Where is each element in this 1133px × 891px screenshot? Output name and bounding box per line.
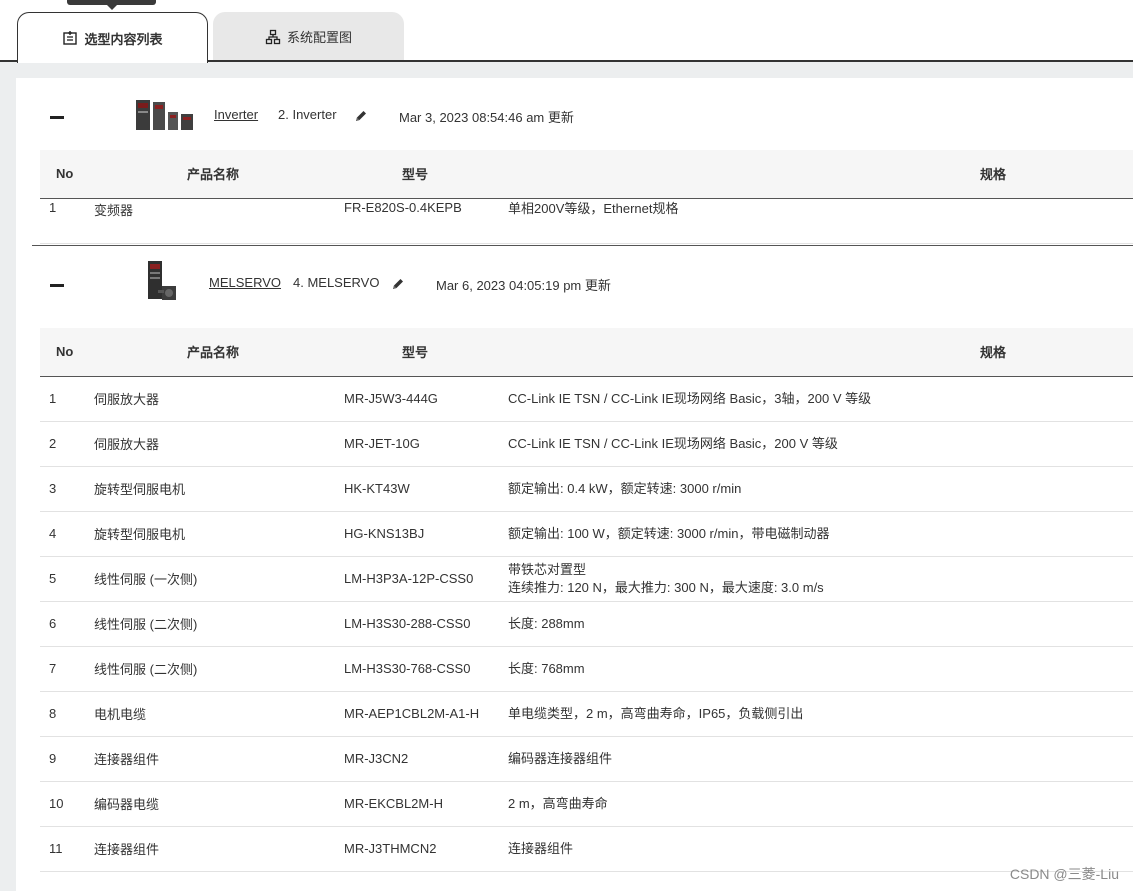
list-edit-icon <box>63 31 78 45</box>
cell-name: 旋转型伺服电机 <box>94 527 186 542</box>
cell-name: 连接器组件 <box>94 842 160 857</box>
cell-model: MR-EKCBL2M-H <box>344 796 443 811</box>
cell-model: MR-J3CN2 <box>344 751 409 766</box>
cell-name: 电机电缆 <box>94 707 147 722</box>
cell-name: 连接器组件 <box>94 752 160 767</box>
table-row: 3 旋转型伺服电机 HK-KT43W 额定输出: 0.4 kW，额定转速: 30… <box>40 466 1133 511</box>
cell-name: 变频器 <box>94 202 134 218</box>
cell-model: HG-KNS13BJ <box>344 526 425 541</box>
cell-spec: 2 m，高弯曲寿命 <box>508 795 608 811</box>
cell-no: 4 <box>49 526 57 541</box>
table-row: 6 线性伺服 (二次侧) LM-H3S30-288-CSS0 长度: 288mm <box>40 601 1133 646</box>
column-header-no: No <box>40 150 94 199</box>
cell-name: 线性伺服 (二次侧) <box>94 662 198 677</box>
cell-model: MR-J5W3-444G <box>344 391 438 406</box>
cell-spec: CC-Link IE TSN / CC-Link IE现场网络 Basic，20… <box>508 435 838 451</box>
cell-name: 线性伺服 (二次侧) <box>94 617 198 632</box>
cell-model: MR-AEP1CBL2M-A1-H <box>344 706 480 721</box>
column-header-name: 产品名称 <box>94 150 344 199</box>
watermark: CSDN @三菱-Liu <box>1009 866 1119 882</box>
table-row: 7 线性伺服 (二次侧) LM-H3S30-768-CSS0 长度: 768mm <box>40 646 1133 691</box>
cell-name: 伺服放大器 <box>94 392 160 407</box>
cell-no: 11 <box>49 841 63 856</box>
column-header-model: 型号 <box>344 150 504 199</box>
section-label: 4. MELSERVO <box>293 275 380 290</box>
cell-no: 9 <box>49 751 57 766</box>
tab-bar: 选型内容列表 系统配置图 <box>0 0 1133 63</box>
pencil-icon[interactable] <box>391 277 405 291</box>
section-header-inverter: Inverter 2. Inverter Mar 3, 2023 08:54:4… <box>16 80 1133 150</box>
spec-line-1: 带铁芯对置型 <box>508 561 587 577</box>
inverter-product-icon <box>136 100 193 130</box>
cell-no: 5 <box>49 571 57 586</box>
column-header-no: No <box>40 328 94 377</box>
cell-model: LM-H3P3A-12P-CSS0 <box>344 571 474 586</box>
table-row: 2 伺服放大器 MR-JET-10G CC-Link IE TSN / CC-L… <box>40 421 1133 466</box>
cell-spec: 长度: 288mm <box>508 615 585 631</box>
column-header-spec: 规格 <box>504 328 1133 377</box>
product-table-melservo: No 产品名称 型号 规格 1 伺服放大器 MR-J5W3-444G CC-Li… <box>40 328 1133 872</box>
cell-no: 1 <box>49 391 57 406</box>
updated-timestamp: Mar 6, 2023 04:05:19 pm 更新 <box>436 278 611 293</box>
collapse-button[interactable] <box>50 284 64 287</box>
cell-spec: 额定输出: 100 W，额定转速: 3000 r/min，带电磁制动器 <box>508 525 830 541</box>
section-header-melservo: MELSERVO 4. MELSERVO Mar 6, 2023 04:05:1… <box>16 248 1133 318</box>
cell-no: 2 <box>49 436 57 451</box>
tab-selection-list[interactable]: 选型内容列表 <box>17 12 208 63</box>
cell-spec: 单相200V等级，Ethernet规格 <box>508 200 679 216</box>
collapse-button[interactable] <box>50 116 64 119</box>
cell-name: 编码器电缆 <box>94 797 160 812</box>
spec-line-2: 连续推力: 120 N，最大推力: 300 N，最大速度: 3.0 m/s <box>508 579 824 595</box>
tab-label: 选型内容列表 <box>84 31 163 47</box>
table-row: 4 旋转型伺服电机 HG-KNS13BJ 额定输出: 100 W，额定转速: 3… <box>40 511 1133 556</box>
table-row: 11 连接器组件 MR-J3THMCN2 连接器组件 <box>40 826 1133 871</box>
column-header-name: 产品名称 <box>94 328 344 377</box>
cell-spec: 单电缆类型，2 m，高弯曲寿命，IP65，负载侧引出 <box>508 705 804 721</box>
table-row: 1 变频器 FR-E820S-0.4KEPB 单相200V等级，Ethernet… <box>40 198 1133 243</box>
column-header-model: 型号 <box>344 328 504 377</box>
selection-panel: Inverter 2. Inverter Mar 3, 2023 08:54:4… <box>16 78 1133 891</box>
cell-spec: CC-Link IE TSN / CC-Link IE现场网络 Basic，3轴… <box>508 390 872 406</box>
section-label: 2. Inverter <box>278 107 337 122</box>
table-row: 5 线性伺服 (一次侧) LM-H3P3A-12P-CSS0 带铁芯对置型 连续… <box>40 556 1133 601</box>
cell-name: 旋转型伺服电机 <box>94 482 186 497</box>
table-row: 10 编码器电缆 MR-EKCBL2M-H 2 m，高弯曲寿命 <box>40 781 1133 826</box>
cell-model: MR-JET-10G <box>344 436 420 451</box>
product-link-melservo[interactable]: MELSERVO <box>209 275 281 290</box>
column-header-spec: 规格 <box>504 150 1133 199</box>
table-header-row: No 产品名称 型号 规格 <box>40 328 1133 377</box>
tab-label: 系统配置图 <box>286 30 352 45</box>
cell-model: FR-E820S-0.4KEPB <box>344 199 462 215</box>
cell-no: 3 <box>49 481 57 496</box>
cell-no: 1 <box>49 199 57 215</box>
table-row: 9 连接器组件 MR-J3CN2 编码器连接器组件 <box>40 736 1133 781</box>
tab-tooltip <box>67 0 156 10</box>
cell-no: 10 <box>49 796 64 811</box>
section-divider <box>32 245 1133 246</box>
cell-no: 6 <box>49 616 57 631</box>
table-header-row: No 产品名称 型号 规格 <box>40 150 1133 199</box>
cell-model: LM-H3S30-768-CSS0 <box>344 661 471 676</box>
table-row: 1 伺服放大器 MR-J5W3-444G CC-Link IE TSN / CC… <box>40 376 1133 421</box>
cell-model: HK-KT43W <box>344 481 410 496</box>
cell-no: 8 <box>49 706 57 721</box>
cell-name: 伺服放大器 <box>94 437 160 452</box>
main-area: Inverter 2. Inverter Mar 3, 2023 08:54:4… <box>0 62 1133 891</box>
updated-timestamp: Mar 3, 2023 08:54:46 am 更新 <box>399 110 574 125</box>
cell-spec: 带铁芯对置型 连续推力: 120 N，最大推力: 300 N，最大速度: 3.0… <box>504 556 1133 601</box>
tab-system-diagram[interactable]: 系统配置图 <box>213 12 404 61</box>
cell-model: MR-J3THMCN2 <box>344 841 437 856</box>
network-diagram-icon <box>265 29 281 44</box>
servo-product-icon <box>148 261 176 300</box>
cell-no: 7 <box>49 661 57 676</box>
cell-spec: 额定输出: 0.4 kW，额定转速: 3000 r/min <box>508 480 742 496</box>
cell-name: 线性伺服 (一次侧) <box>94 572 198 587</box>
cell-spec: 长度: 768mm <box>508 660 585 676</box>
product-table-inverter: No 产品名称 型号 规格 1 变频器 FR-E820S-0.4KEPB 单相2… <box>40 150 1133 244</box>
cell-model: LM-H3S30-288-CSS0 <box>344 616 471 631</box>
table-row: 8 电机电缆 MR-AEP1CBL2M-A1-H 单电缆类型，2 m，高弯曲寿命… <box>40 691 1133 736</box>
pencil-icon[interactable] <box>354 109 368 123</box>
product-link-inverter[interactable]: Inverter <box>214 107 258 122</box>
cell-spec: 编码器连接器组件 <box>508 750 613 766</box>
